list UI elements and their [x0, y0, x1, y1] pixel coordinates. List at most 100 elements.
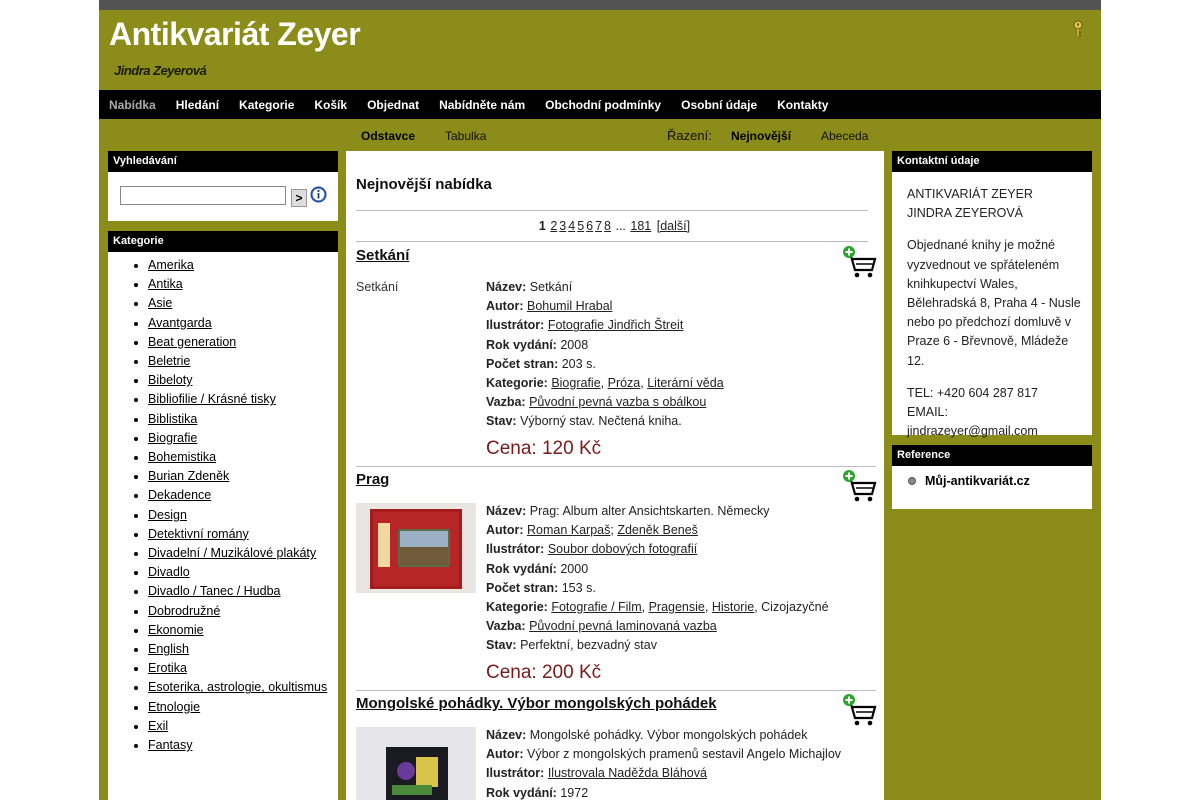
search-input[interactable] — [120, 186, 286, 205]
item-author: Výbor z mongolských pramenů sestavil Ang… — [526, 747, 842, 762]
add-to-cart-icon[interactable] — [842, 469, 878, 503]
search-button[interactable]: > — [291, 189, 307, 207]
category-link[interactable]: Bibeloty — [148, 373, 192, 387]
reference-link[interactable]: Můj-antikvariát.cz — [925, 474, 1030, 488]
category-list-item: Avantgarda — [148, 314, 338, 333]
nav-kontakty[interactable]: Kontakty — [777, 98, 828, 112]
category-link[interactable]: Bohemistika — [148, 450, 216, 464]
category-link[interactable]: Biografie — [148, 431, 197, 445]
author-link[interactable]: Bohumil Hrabal — [527, 299, 612, 313]
info-icon[interactable] — [310, 186, 327, 203]
nav-kosik[interactable]: Košík — [314, 98, 347, 112]
illustrator-link[interactable]: Ilustrovala Naděžda Bláhová — [548, 766, 707, 780]
category-list-item: Divadelní / Muzikálové plakáty — [148, 544, 338, 563]
category-list-item: Beat generation — [148, 333, 338, 352]
nav-obchodni-podminky[interactable]: Obchodní podmínky — [545, 98, 661, 112]
category-link[interactable]: Asie — [148, 296, 172, 310]
category-list-item: Asie — [148, 294, 338, 313]
category-link[interactable]: Bibliofilie / Krásné tisky — [148, 392, 276, 406]
page-link[interactable]: 6 — [586, 219, 593, 233]
category-link[interactable]: Erotika — [148, 661, 187, 675]
contact-phone: TEL: +420 604 287 817 — [907, 385, 1039, 400]
category-list-item: Ekonomie — [148, 621, 338, 640]
category-link[interactable]: Antika — [148, 277, 183, 291]
category-link[interactable]: Biblistika — [148, 412, 197, 426]
page-next-link[interactable]: [další] — [657, 219, 690, 233]
category-link[interactable]: Esoterika, astrologie, okultismus — [148, 680, 327, 694]
key-icon[interactable] — [1071, 20, 1085, 38]
page-link[interactable]: 3 — [559, 219, 566, 233]
category-link[interactable]: Divadlo — [148, 565, 190, 579]
category-list-item: Esoterika, astrologie, okultismus — [148, 678, 338, 697]
item-year: 2008 — [560, 337, 589, 352]
illustrator-link[interactable]: Fotografie Jindřich Štreit — [548, 318, 683, 332]
category-link[interactable]: Burian Zdeněk — [148, 469, 229, 483]
author-link[interactable]: Zdeněk Beneš — [617, 523, 698, 537]
category-link[interactable]: Pragensie — [649, 600, 705, 614]
illustrator-link[interactable]: Soubor dobových fotografií — [548, 542, 697, 556]
nav-objednat[interactable]: Objednat — [367, 98, 419, 112]
contact-email[interactable]: EMAIL: jindrazeyer@gmail.com — [907, 405, 1038, 438]
add-to-cart-icon[interactable] — [842, 693, 878, 727]
item-price: Cena: 120 Kč — [486, 438, 602, 459]
view-odstavce-link[interactable]: Odstavce — [361, 129, 415, 143]
category-link[interactable]: Fantasy — [148, 738, 192, 752]
category-list-item: Etnologie — [148, 698, 338, 717]
category-list-item: Bohemistika — [148, 448, 338, 467]
category-list-item: Antika — [148, 275, 338, 294]
contact-header: Kontaktní údaje — [892, 151, 1092, 172]
nav-nabidnete-nam[interactable]: Nabídněte nám — [439, 98, 525, 112]
item-title-link[interactable]: Mongolské pohádky. Výbor mongolských poh… — [356, 695, 717, 712]
category-link[interactable]: Detektivní romány — [148, 527, 249, 541]
nav-kategorie[interactable]: Kategorie — [239, 98, 294, 112]
category-link[interactable]: Dobrodružné — [148, 604, 220, 618]
page-link[interactable]: 2 — [550, 219, 557, 233]
page-link[interactable]: 8 — [604, 219, 611, 233]
item-image-placeholder[interactable]: Setkání — [356, 280, 476, 294]
category-link[interactable]: Beletrie — [148, 354, 190, 368]
category-link[interactable]: English — [148, 642, 189, 656]
add-to-cart-icon[interactable] — [842, 245, 878, 279]
book-cover-image[interactable] — [356, 727, 476, 800]
category-link[interactable]: Fotografie / Film — [551, 600, 641, 614]
item-title-link[interactable]: Setkání — [356, 247, 409, 264]
category-link[interactable]: Biografie — [551, 376, 600, 390]
page-link[interactable]: 4 — [568, 219, 575, 233]
divider — [356, 690, 876, 691]
category-link[interactable]: Etnologie — [148, 700, 200, 714]
category-link[interactable]: Exil — [148, 719, 168, 733]
item-price: Cena: 200 Kč — [486, 662, 602, 683]
category-link[interactable]: Literární věda — [647, 376, 723, 390]
nav-hledani[interactable]: Hledání — [176, 98, 219, 112]
page-link[interactable]: 7 — [595, 219, 602, 233]
category-link[interactable]: Próza — [608, 376, 641, 390]
nav-osobni-udaje[interactable]: Osobní údaje — [681, 98, 757, 112]
category-link[interactable]: Dekadence — [148, 488, 211, 502]
sort-alpha-link[interactable]: Abeceda — [821, 129, 868, 143]
nav-nabidka[interactable]: Nabídka — [109, 98, 156, 112]
sort-newest-link[interactable]: Nejnovější — [731, 129, 791, 143]
category-link[interactable]: Avantgarda — [148, 316, 212, 330]
site-title[interactable]: Antikvariát Zeyer — [109, 16, 361, 53]
item-year: 2000 — [560, 561, 589, 576]
category-link[interactable]: Ekonomie — [148, 623, 204, 637]
book-cover-image[interactable] — [356, 503, 476, 593]
category-link[interactable]: Divadlo / Tanec / Hudba — [148, 584, 281, 598]
binding-link[interactable]: Původní pevná vazba s obálkou — [529, 395, 706, 409]
binding-link[interactable]: Původní pevná laminovaná vazba — [529, 619, 717, 633]
category-link[interactable]: Design — [148, 508, 187, 522]
view-tabulka-link[interactable]: Tabulka — [445, 129, 486, 143]
page-link[interactable]: 5 — [577, 219, 584, 233]
item-name: Mongolské pohádky. Výbor mongolských poh… — [529, 728, 808, 742]
page-link-last[interactable]: 181 — [630, 219, 651, 233]
category-link[interactable]: Historie — [712, 600, 754, 614]
category-link[interactable]: Beat generation — [148, 335, 236, 349]
reference-header: Reference — [892, 445, 1092, 466]
category-list-item: Dobrodružné — [148, 602, 338, 621]
item-title-link[interactable]: Prag — [356, 471, 389, 488]
contact-panel: Kontaktní údaje ANTIKVARIÁT ZEYER JINDRA … — [892, 151, 1092, 438]
category-link[interactable]: Amerika — [148, 258, 194, 272]
category-list-item: Burian Zdeněk — [148, 467, 338, 486]
author-link[interactable]: Roman Karpaš — [527, 523, 610, 537]
category-link[interactable]: Divadelní / Muzikálové plakáty — [148, 546, 316, 560]
